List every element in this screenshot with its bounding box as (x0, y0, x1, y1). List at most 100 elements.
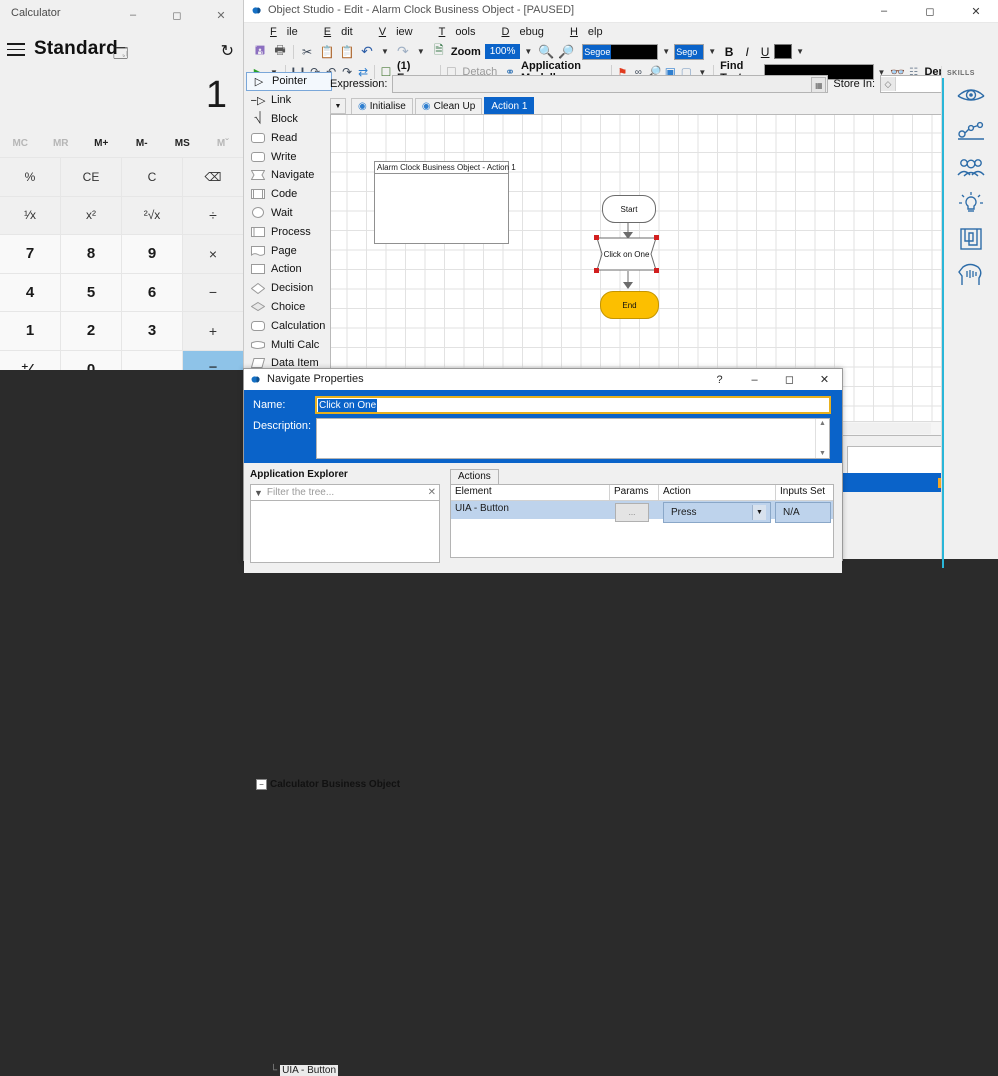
tree-node-root[interactable]: − Calculator Business Object (256, 505, 998, 1064)
memory-ms[interactable]: MS (162, 138, 203, 149)
key-c[interactable]: C (122, 158, 182, 196)
lightbulb-icon[interactable] (942, 185, 998, 221)
key-reciprocal[interactable]: ¹⁄x (0, 197, 60, 235)
palette-item-navigate[interactable]: Navigate (246, 166, 332, 185)
memory-mc[interactable]: MC (0, 138, 41, 149)
close-icon[interactable]: ✕ (953, 0, 998, 22)
menu-view[interactable]: View (363, 26, 423, 38)
key-sqrt[interactable]: ²√x (122, 197, 182, 235)
resize-handle-bl[interactable] (594, 268, 599, 273)
undo-icon[interactable]: ↶ (357, 42, 377, 62)
maze-icon[interactable] (942, 221, 998, 257)
bold-button[interactable]: B (720, 45, 738, 59)
keep-on-top-icon[interactable]: 🗔 (113, 43, 128, 67)
expander-icon[interactable]: − (256, 779, 267, 790)
key-3[interactable]: 3 (122, 312, 182, 350)
font-name-dropdown-icon[interactable]: ▼ (662, 47, 670, 56)
underline-button[interactable]: U (756, 45, 774, 59)
paste-icon[interactable]: 📋 (337, 42, 357, 62)
eye-icon[interactable] (942, 77, 998, 113)
cut-icon[interactable]: ✂ (297, 42, 317, 62)
key-minus[interactable]: − (183, 274, 243, 312)
key-1[interactable]: 1 (0, 312, 60, 350)
tabs-dropdown-icon[interactable]: ▼ (330, 98, 346, 114)
palette-item-page[interactable]: Page (246, 241, 332, 260)
help-icon[interactable]: ? (702, 369, 737, 390)
text-color-swatch[interactable] (774, 44, 792, 59)
palette-item-multi-calc[interactable]: Multi Calc (246, 335, 332, 354)
palette-item-pointer[interactable]: ▷ Pointer (246, 72, 332, 91)
process-flow-icon[interactable] (942, 113, 998, 149)
save-icon[interactable]: 🖪 (250, 42, 270, 62)
zoom-out-icon[interactable]: 🔎 (556, 42, 576, 62)
key-backspace[interactable]: ⌫ (183, 158, 243, 196)
key-2[interactable]: 2 (61, 312, 121, 350)
minimize-icon[interactable]: ‒ (861, 0, 907, 22)
close-icon[interactable]: ✕ (807, 369, 842, 390)
description-input[interactable]: ▲ ▼ (316, 418, 830, 459)
print-icon[interactable]: 🖶 (270, 42, 290, 62)
italic-button[interactable]: I (738, 45, 756, 59)
people-icon[interactable] (942, 149, 998, 185)
scroll-up-icon[interactable]: ▲ (819, 420, 826, 427)
name-input[interactable]: Click on One (316, 397, 830, 413)
minimize-icon[interactable]: ‒ (111, 0, 155, 30)
memory-mminus[interactable]: M- (122, 138, 163, 149)
palette-item-write[interactable]: Write (246, 147, 332, 166)
key-divide[interactable]: ÷ (183, 197, 243, 235)
undo-dropdown-icon[interactable]: ▼ (381, 47, 389, 56)
key-6[interactable]: 6 (122, 274, 182, 312)
head-brain-icon[interactable] (942, 257, 998, 293)
palette-item-choice[interactable]: Choice (246, 298, 332, 317)
minimize-icon[interactable]: ‒ (737, 369, 772, 390)
redo-icon[interactable]: ↷ (393, 42, 413, 62)
fit-to-window-icon[interactable]: 🗎 (429, 42, 449, 62)
key-plus[interactable]: + (183, 312, 243, 350)
history-icon[interactable]: ↻ (221, 41, 234, 61)
node-click-on-one[interactable]: Click on One (596, 237, 657, 271)
memory-mdropdown[interactable]: Mˇ (203, 138, 244, 149)
zoom-dropdown-icon[interactable]: ▼ (524, 47, 532, 56)
key-ce[interactable]: CE (61, 158, 121, 196)
palette-item-code[interactable]: Code (246, 185, 332, 204)
zoom-value[interactable]: 100% (485, 44, 521, 59)
resize-handle-tl[interactable] (594, 235, 599, 240)
tab-action-1[interactable]: Action 1 (484, 97, 534, 114)
tree-node-child[interactable]: └ UIA - Button (270, 1065, 439, 1076)
key-multiply[interactable]: × (183, 235, 243, 273)
tab-clean-up[interactable]: ◉ Clean Up (415, 98, 482, 114)
palette-item-action[interactable]: Action (246, 260, 332, 279)
memory-mplus[interactable]: M+ (81, 138, 122, 149)
maximize-icon[interactable]: ◻ (772, 369, 807, 390)
calculator-icon[interactable]: ▦ (811, 77, 826, 93)
resize-handle-tr[interactable] (654, 235, 659, 240)
node-start[interactable]: Start (602, 195, 656, 223)
clear-icon[interactable]: ✕ (428, 487, 436, 498)
redo-dropdown-icon[interactable]: ▼ (417, 47, 425, 56)
palette-item-read[interactable]: Read (246, 128, 332, 147)
key-8[interactable]: 8 (61, 235, 121, 273)
font-size-field[interactable]: Sego (674, 44, 704, 60)
key-4[interactable]: 4 (0, 274, 60, 312)
zoom-in-icon[interactable]: 🔍 (536, 42, 556, 62)
palette-item-link[interactable]: −▷ Link (246, 91, 332, 110)
resize-handle-br[interactable] (654, 268, 659, 273)
palette-item-decision[interactable]: Decision (246, 279, 332, 298)
memory-mr[interactable]: MR (41, 138, 82, 149)
menu-tools[interactable]: Tools (423, 26, 486, 38)
filter-bar[interactable]: ▼ Filter the tree... ✕ (250, 484, 440, 501)
maximize-icon[interactable]: ◻ (155, 0, 199, 30)
key-5[interactable]: 5 (61, 274, 121, 312)
text-color-dropdown-icon[interactable]: ▼ (796, 47, 804, 56)
tab-initialise[interactable]: ◉ Initialise (351, 98, 413, 114)
palette-item-block[interactable]: ⎷ Block (246, 110, 332, 129)
key-square[interactable]: x² (61, 197, 121, 235)
palette-item-process[interactable]: Process (246, 222, 332, 241)
node-end[interactable]: End (600, 291, 659, 319)
tab-actions[interactable]: Actions (450, 469, 499, 484)
font-size-dropdown-icon[interactable]: ▼ (708, 47, 716, 56)
copy-icon[interactable]: 📋 (317, 42, 337, 62)
key-percent[interactable]: % (0, 158, 60, 196)
key-7[interactable]: 7 (0, 235, 60, 273)
hamburger-icon[interactable] (7, 43, 25, 57)
